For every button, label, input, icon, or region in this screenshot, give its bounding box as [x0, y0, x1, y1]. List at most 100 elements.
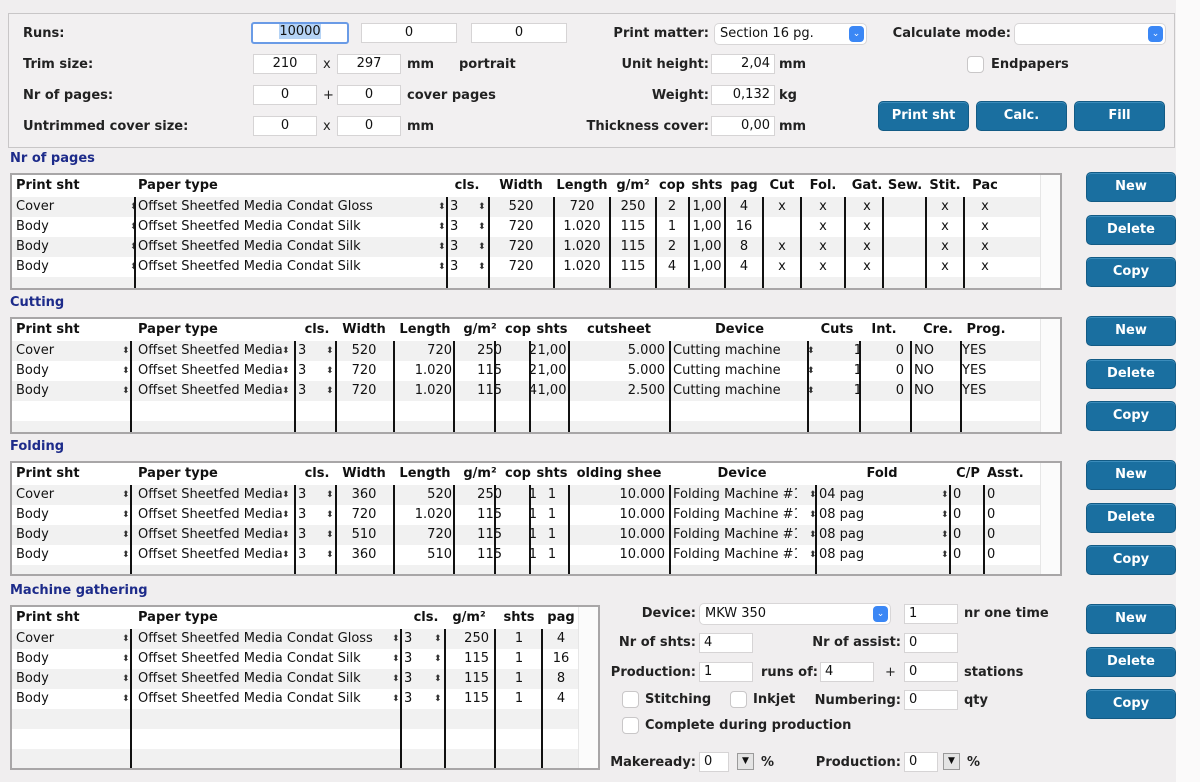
complete-during-production-checkbox[interactable]: [622, 717, 639, 734]
folding-delete-button[interactable]: Delete: [1086, 503, 1176, 533]
column-header-length[interactable]: Length: [555, 175, 609, 197]
cover-height-input[interactable]: 0: [337, 116, 401, 136]
updown-arrows-icon[interactable]: ⬍: [122, 689, 130, 709]
cover-pages-input[interactable]: 0: [337, 85, 401, 105]
cell-print-sht[interactable]: Body: [16, 505, 126, 525]
cell-print-sht[interactable]: Body: [16, 545, 126, 565]
cell-device[interactable]: Cutting machine: [673, 341, 793, 361]
cutting-delete-button[interactable]: Delete: [1086, 359, 1176, 389]
updown-arrows-icon[interactable]: ⬍: [122, 485, 130, 505]
column-header-paper-type[interactable]: Paper type: [138, 607, 402, 629]
cell-fold[interactable]: 04 pag: [819, 485, 945, 505]
updown-arrows-icon[interactable]: ⬍: [438, 217, 446, 237]
inkjet-checkbox[interactable]: [730, 691, 747, 708]
cell-device[interactable]: Folding Machine #1: [673, 545, 797, 565]
column-header-cre[interactable]: Cre.: [914, 319, 962, 341]
cell-print-sht[interactable]: Body: [16, 669, 126, 689]
cell-print-sht[interactable]: Cover: [16, 485, 126, 505]
column-header-device[interactable]: Device: [672, 463, 812, 485]
cell-device[interactable]: Folding Machine #1: [673, 505, 797, 525]
column-header-width[interactable]: Width: [490, 175, 552, 197]
column-header-paper-type[interactable]: Paper type: [138, 319, 304, 341]
cell-paper-type[interactable]: Offset Sheetfed Media: [138, 361, 290, 381]
gathering-copy-button[interactable]: Copy: [1086, 689, 1176, 719]
cell-print-sht[interactable]: Body: [16, 217, 126, 237]
table-row[interactable]: Body ⬍ Offset Sheetfed Media ⬍ 3 ⬍ 360 510 115 1 1…: [12, 545, 1060, 565]
updown-arrows-icon[interactable]: ⬍: [282, 525, 290, 545]
column-header-sew[interactable]: Sew.: [884, 175, 926, 197]
cell-fold[interactable]: 08 pag: [819, 545, 945, 565]
column-header-cut[interactable]: Cut: [764, 175, 800, 197]
print-sht-button[interactable]: Print sht: [878, 101, 969, 131]
cell-fold[interactable]: 08 pag: [819, 505, 945, 525]
cell-paper-type[interactable]: Offset Sheetfed Media Condat Silk: [138, 217, 438, 237]
updown-arrows-icon[interactable]: ⬍: [438, 197, 446, 217]
cell-paper-type[interactable]: Offset Sheetfed Media: [138, 341, 290, 361]
table-row[interactable]: Body⬍Offset Sheetfed Media Condat Silk⬍3…: [12, 689, 598, 709]
cell-cls[interactable]: 3: [450, 257, 480, 277]
cell-device[interactable]: Folding Machine #1: [673, 525, 797, 545]
column-header-folding-sheets[interactable]: olding shee: [570, 463, 668, 485]
cell-print-sht[interactable]: Body: [16, 649, 126, 669]
vertical-scrollbar[interactable]: [1040, 175, 1060, 288]
column-header-length[interactable]: Length: [395, 463, 455, 485]
table-row[interactable]: Body⬍Offset Sheetfed Media Condat Silk⬍3…: [12, 237, 1060, 257]
table-row[interactable]: Cover ⬍ Offset Sheetfed Media ⬍ 3 ⬍ 520 720 250 2…: [12, 341, 1060, 361]
calculate-mode-select[interactable]: ⌄: [1015, 24, 1165, 44]
cell-cls[interactable]: 3: [450, 217, 480, 237]
gathering-delete-button[interactable]: Delete: [1086, 647, 1176, 677]
column-header-print-sht[interactable]: Print sht: [16, 607, 140, 629]
updown-arrows-icon[interactable]: ⬍: [392, 689, 400, 709]
updown-arrows-icon[interactable]: ⬍: [326, 545, 334, 565]
runs-input-3[interactable]: 0: [471, 23, 567, 43]
table-row[interactable]: Cover ⬍ Offset Sheetfed Media ⬍ 3 ⬍ 360 520 250 1…: [12, 485, 1060, 505]
cover-width-input[interactable]: 0: [253, 116, 317, 136]
updown-arrows-icon[interactable]: ⬍: [434, 629, 442, 649]
column-header-width[interactable]: Width: [338, 463, 390, 485]
vertical-scrollbar[interactable]: [1040, 319, 1060, 432]
cell-cls[interactable]: 3: [298, 485, 318, 505]
updown-arrows-icon[interactable]: ⬍: [122, 505, 130, 525]
column-header-paper-type[interactable]: Paper type: [138, 175, 452, 197]
column-header-print-sht[interactable]: Print sht: [16, 319, 140, 341]
vertical-scrollbar[interactable]: [578, 607, 598, 768]
updown-arrows-icon[interactable]: ⬍: [282, 505, 290, 525]
gathering-new-button[interactable]: New: [1086, 604, 1176, 634]
column-header-shts[interactable]: shts: [531, 463, 573, 485]
runs-input-1[interactable]: 10000: [251, 22, 349, 44]
nr-one-time-input[interactable]: 1: [904, 604, 958, 624]
cell-cls[interactable]: 3: [450, 237, 480, 257]
updown-arrows-icon[interactable]: ⬍: [282, 361, 290, 381]
cell-paper-type[interactable]: Offset Sheetfed Media Condat Silk: [138, 649, 388, 669]
updown-arrows-icon[interactable]: ⬍: [941, 505, 949, 525]
updown-arrows-icon[interactable]: ⬍: [326, 525, 334, 545]
nr-of-pages-delete-button[interactable]: Delete: [1086, 215, 1176, 245]
production-pct-input[interactable]: 0: [904, 752, 938, 772]
cell-device[interactable]: Cutting machine: [673, 381, 793, 401]
updown-arrows-icon[interactable]: ⬍: [392, 649, 400, 669]
cell-print-sht[interactable]: Body: [16, 381, 126, 401]
cell-cls[interactable]: 3: [450, 197, 480, 217]
nr-of-pages-copy-button[interactable]: Copy: [1086, 257, 1176, 287]
cell-paper-type[interactable]: Offset Sheetfed Media: [138, 381, 290, 401]
updown-arrows-icon[interactable]: ⬍: [434, 649, 442, 669]
updown-arrows-icon[interactable]: ⬍: [282, 381, 290, 401]
cell-print-sht[interactable]: Body: [16, 689, 126, 709]
table-row[interactable]: Body⬍Offset Sheetfed Media Condat Silk⬍3…: [12, 649, 598, 669]
updown-arrows-icon[interactable]: ⬍: [941, 485, 949, 505]
cell-paper-type[interactable]: Offset Sheetfed Media Condat Silk: [138, 669, 388, 689]
updown-arrows-icon[interactable]: ⬍: [478, 197, 486, 217]
updown-arrows-icon[interactable]: ⬍: [478, 257, 486, 277]
column-header-gsm[interactable]: g/m²: [446, 607, 492, 629]
column-header-pag[interactable]: pag: [726, 175, 762, 197]
column-header-gsm[interactable]: g/m²: [611, 175, 655, 197]
updown-arrows-icon[interactable]: ⬍: [434, 689, 442, 709]
table-row[interactable]: Body⬍Offset Sheetfed Media Condat Silk⬍3…: [12, 217, 1060, 237]
updown-arrows-icon[interactable]: ⬍: [392, 669, 400, 689]
unit-height-input[interactable]: 2,04: [711, 54, 775, 74]
thickness-cover-input[interactable]: 0,00: [711, 116, 775, 136]
column-header-int[interactable]: Int.: [861, 319, 907, 341]
cell-cls[interactable]: 3: [298, 361, 318, 381]
cell-fold[interactable]: 08 pag: [819, 525, 945, 545]
runs-input-2[interactable]: 0: [361, 23, 457, 43]
